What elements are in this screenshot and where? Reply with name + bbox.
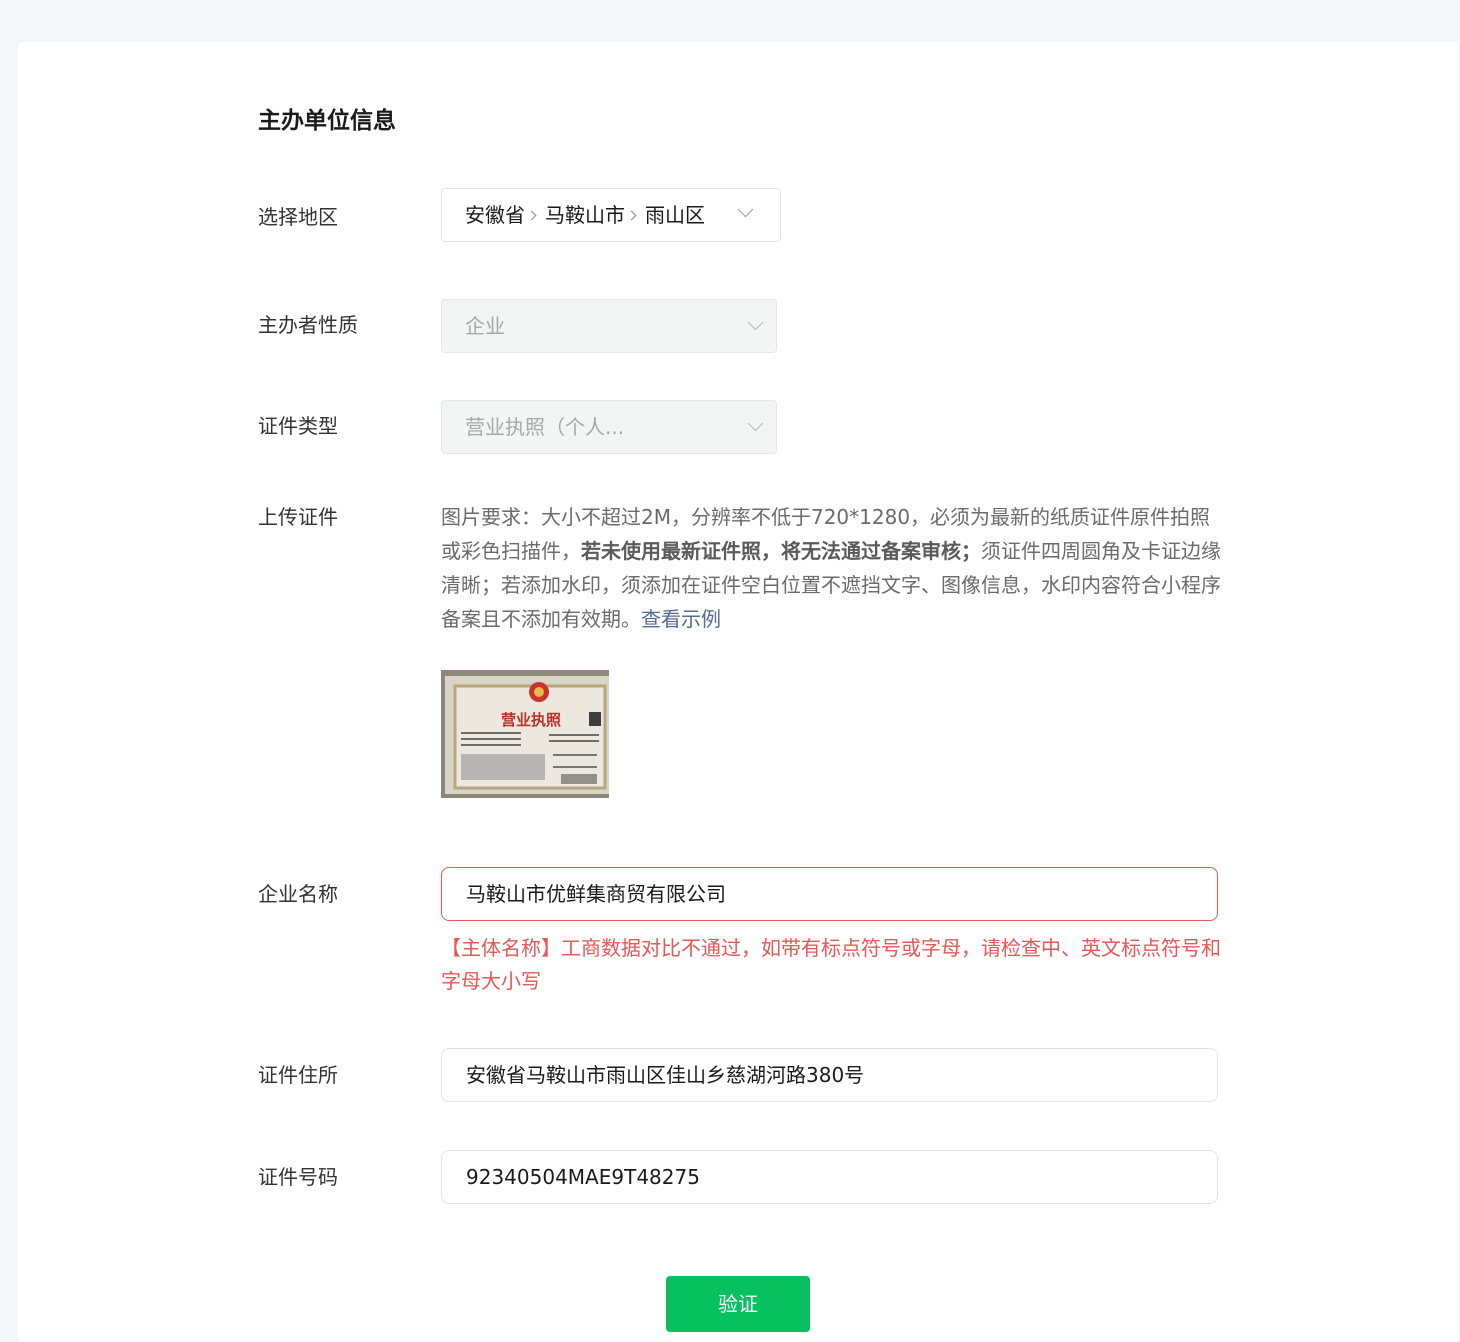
chevron-down-icon — [747, 314, 764, 331]
cert-number-label: 证件号码 — [258, 1165, 338, 1189]
region-label: 选择地区 — [258, 205, 338, 229]
view-example-link[interactable]: 查看示例 — [641, 607, 721, 631]
chevron-right-icon — [626, 210, 637, 220]
region-select[interactable]: 安徽省 马鞍山市 雨山区 — [441, 188, 781, 242]
region-city: 马鞍山市 — [545, 203, 625, 227]
upload-label: 上传证件 — [258, 505, 338, 529]
upload-requirements: 图片要求：大小不超过2M，分辨率不低于720*1280，必须为最新的纸质证件原件… — [441, 500, 1221, 636]
company-name-input[interactable]: 马鞍山市优鲜集商贸有限公司 — [441, 867, 1218, 921]
hint-warning: 若未使用最新证件照，将无法通过备案审核； — [581, 539, 981, 563]
sponsor-type-select: 企业 — [441, 299, 777, 353]
chevron-down-icon — [737, 201, 754, 218]
cert-type-value: 营业执照（个人... — [465, 415, 625, 439]
chevron-right-icon — [526, 210, 537, 220]
verify-button[interactable]: 验证 — [666, 1276, 810, 1332]
region-province: 安徽省 — [465, 203, 525, 227]
cert-type-select: 营业执照（个人... — [441, 400, 777, 454]
form-card: 主办单位信息 选择地区 安徽省 马鞍山市 雨山区 主办者性质 企业 证件类型 营业执… — [18, 42, 1458, 1342]
region-district: 雨山区 — [645, 203, 705, 227]
cert-type-label: 证件类型 — [258, 414, 338, 438]
address-input[interactable]: 安徽省马鞍山市雨山区佳山乡慈湖河路380号 — [441, 1048, 1218, 1102]
region-path: 安徽省 马鞍山市 雨山区 — [465, 189, 705, 241]
svg-text:营业执照: 营业执照 — [501, 711, 561, 729]
address-label: 证件住所 — [258, 1063, 338, 1087]
address-value: 安徽省马鞍山市雨山区佳山乡慈湖河路380号 — [466, 1063, 865, 1087]
uploaded-license-thumbnail[interactable]: 营业执照 — [441, 670, 609, 798]
sponsor-type-label: 主办者性质 — [258, 313, 358, 337]
company-name-label: 企业名称 — [258, 882, 338, 906]
chevron-down-icon — [747, 415, 764, 432]
company-name-error: 【主体名称】工商数据对比不通过，如带有标点符号或字母，请检查中、英文标点符号和字… — [441, 936, 1221, 993]
company-name-value: 马鞍山市优鲜集商贸有限公司 — [466, 882, 726, 906]
cert-number-input[interactable]: 92340504MAE9T48275 — [441, 1150, 1218, 1204]
sponsor-type-value: 企业 — [465, 314, 505, 338]
section-title: 主办单位信息 — [258, 108, 396, 134]
cert-number-value: 92340504MAE9T48275 — [466, 1165, 700, 1189]
